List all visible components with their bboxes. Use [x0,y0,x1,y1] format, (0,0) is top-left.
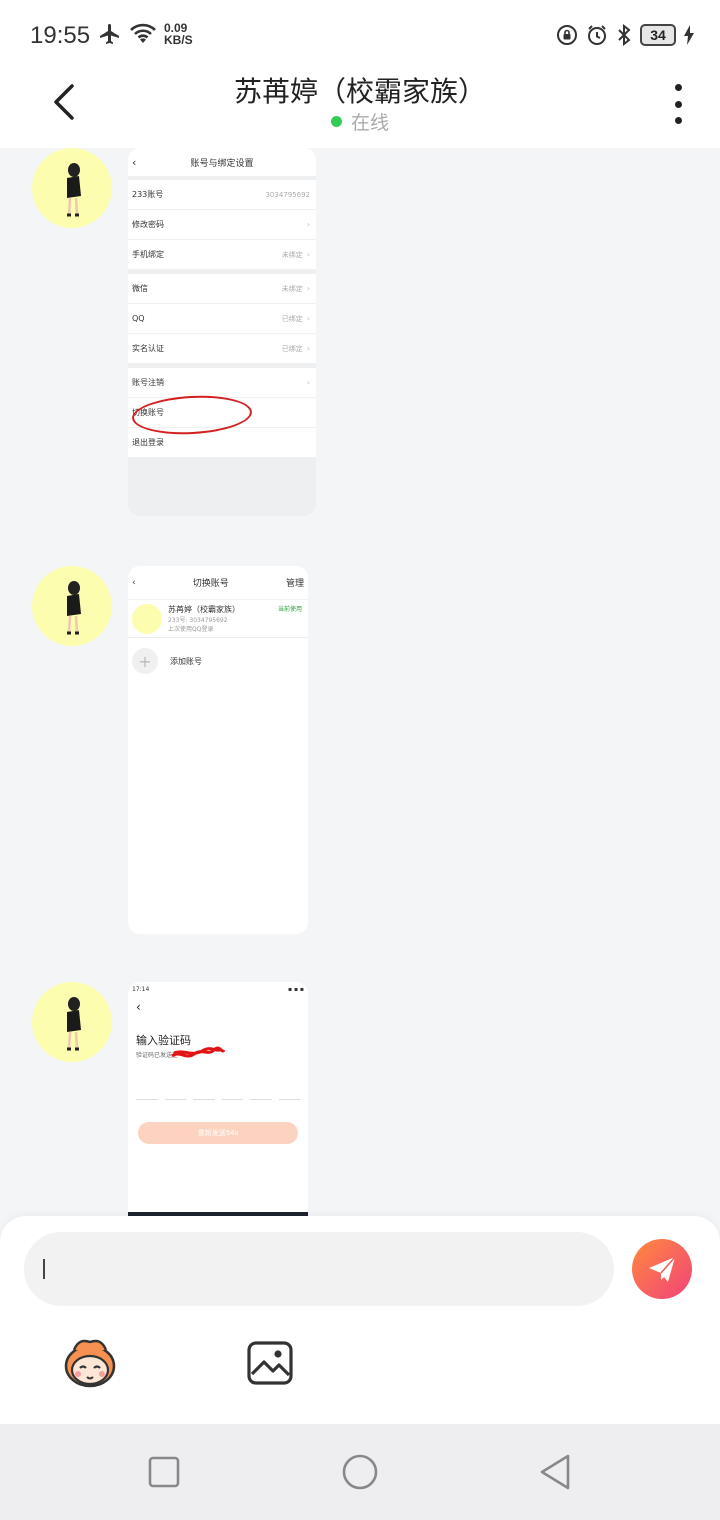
sender-avatar[interactable] [32,148,112,228]
shot-row: 退出登录 [128,428,316,458]
shot-account: 苏苒婷（校霸家族） 233号: 3034795692 上次使用QQ登录 当前使用 [128,600,308,638]
red-scribble-annotation [171,1046,226,1058]
contact-name: 苏苒婷（校霸家族） [233,75,486,108]
input-panel [0,1216,720,1424]
bluetooth-icon [618,24,631,46]
shot-row: QQ 已绑定 › [128,304,316,334]
online-dot-icon [330,116,342,127]
rotation-lock-icon [557,25,577,45]
sender-avatar[interactable] [32,566,112,646]
network-speed: 0.09 KB/S [164,22,193,46]
status-bar: 19:55 0.09 KB/S 34 [0,0,720,70]
chat-header: 苏苒婷（校霸家族） 在线 [0,70,720,148]
back-nav-icon[interactable] [536,1452,576,1492]
shot-add-account: + 添加账号 [128,638,308,684]
image-message[interactable]: ‹ 账号与绑定设置 233账号 3034795692 修改密码 › 手机绑定 未绑定 › … [128,148,316,516]
code-input-lines [128,1059,308,1100]
online-status-label: 在线 [350,112,389,134]
shot-account-avatar [132,603,162,634]
shot-row: 修改密码 › [128,210,316,240]
message-input[interactable] [54,1232,594,1306]
status-left-icons: 0.09 KB/S [98,22,193,46]
home-icon[interactable] [340,1452,380,1492]
shot-manage: 管理 [285,579,304,589]
shot-row: 微信 未绑定 › [128,274,316,304]
battery-icon: 34 [640,24,676,46]
send-button[interactable] [632,1239,692,1299]
text-caret [43,1259,45,1279]
shot-row: 手机绑定 未绑定 › [128,240,316,270]
shot-row: 实名认证 已绑定 › [128,334,316,364]
emoji-mascot-icon[interactable] [60,1336,120,1390]
recent-apps-icon[interactable] [144,1452,184,1492]
system-nav-bar [0,1424,720,1520]
online-status: 在线 [0,108,720,135]
image-message[interactable]: ‹ 切换账号 管理 苏苒婷（校霸家族） 233号: 3034795692 上次使用Q… [128,566,308,934]
shot-title: 切换账号 [192,579,229,589]
shot-resend-button: 重新发送54s [138,1122,298,1144]
shot-row: 账号注销 › [128,368,316,398]
charging-icon [684,25,694,45]
sender-avatar[interactable] [32,982,112,1062]
image-message[interactable]: 17:14 ▪ ▪ ▪ ‹ 输入验证码 验证码已发送至 重新发送54s [128,982,308,1216]
image-icon[interactable] [246,1340,294,1386]
shot-title: 账号与绑定设置 [190,158,254,169]
net-speed-unit: KB/S [164,33,193,47]
status-time: 19:55 [30,22,91,49]
status-right-icons: 34 [556,24,694,46]
chat-message-list[interactable]: ‹ 账号与绑定设置 233账号 3034795692 修改密码 › 手机绑定 未绑定 › … [0,148,720,1216]
wifi-icon [130,23,156,43]
alarm-icon [588,25,606,45]
airplane-mode-icon [100,24,119,44]
shot-row: 233账号 3034795692 [128,180,316,210]
send-icon [649,1256,676,1282]
more-options-button[interactable] [670,84,686,124]
message-input-container[interactable] [24,1232,614,1306]
